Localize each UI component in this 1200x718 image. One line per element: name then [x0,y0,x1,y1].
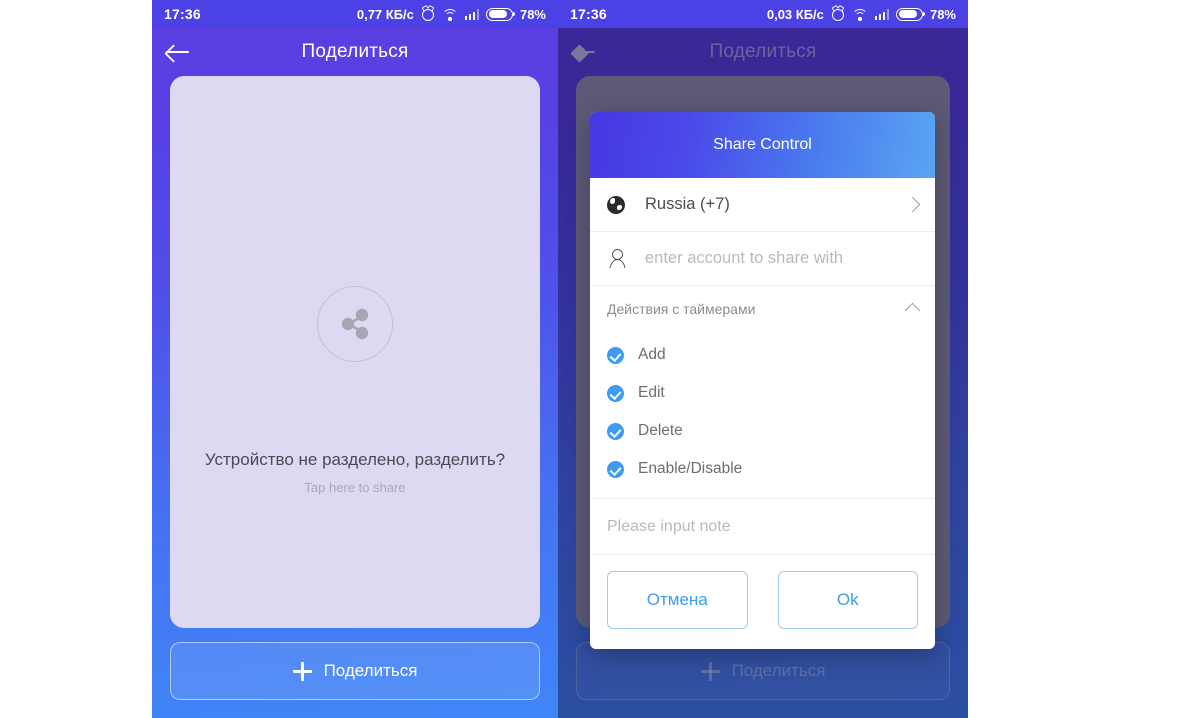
cancel-button[interactable]: Отмена [607,571,748,629]
person-icon [607,249,645,268]
phone-screen-left: 17:36 0,77 КБ/с 78% Поделиться Устройств… [152,0,558,718]
permissions-list: Add Edit Delete Enable/Disable [590,332,935,499]
checkbox-edit[interactable] [607,384,624,402]
dialog-title: Share Control [590,112,935,178]
list-item[interactable]: Edit [590,374,935,412]
note-input[interactable]: Please input note [607,518,731,536]
status-indicators: 0,03 КБ/с 78% [767,7,956,22]
dialog-actions: Отмена Ok [590,555,935,649]
screenshot-root: 17:36 0,77 КБ/с 78% Поделиться Устройств… [0,0,1200,718]
alarm-icon [421,7,435,21]
signal-icon [874,8,889,20]
empty-state-title: Устройство не разделено, разделить? [204,450,506,469]
checkbox-delete[interactable] [607,422,624,440]
country-row[interactable]: Russia (+7) [590,178,935,232]
share-control-dialog: Share Control Russia (+7) enter account … [590,112,935,649]
network-speed: 0,03 КБ/с [766,6,824,22]
checkbox-enable-disable[interactable] [607,460,624,478]
share-empty-card[interactable]: Устройство не разделено, разделить? Tap … [170,76,540,628]
list-item[interactable]: Add [590,336,935,374]
status-bar: 17:36 0,03 КБ/с 78% [558,0,968,28]
status-time: 17:36 [570,6,607,22]
section-label: Действия с таймерами [607,300,756,317]
phone-screen-right: Поделиться Поделиться 17:36 0,03 КБ/с 78… [558,0,968,718]
timer-actions-section-header[interactable]: Действия с таймерами [590,286,935,332]
share-nodes-icon [317,286,393,362]
back-button[interactable] [152,28,204,76]
battery-percent: 78% [519,6,546,22]
wifi-icon [851,8,868,21]
status-bar: 17:36 0,77 КБ/с 78% [152,0,558,28]
page-title: Поделиться [301,41,409,62]
battery-icon [895,7,926,21]
app-bar: Поделиться [152,28,558,76]
status-indicators: 0,77 КБ/с 78% [357,7,546,22]
list-item-label: Delete [638,422,683,439]
chevron-up-icon[interactable] [904,302,921,319]
share-button-label: Поделиться [323,661,418,680]
empty-state-subtitle: Tap here to share [304,480,406,495]
list-item[interactable]: Delete [590,412,935,450]
chevron-right-icon [904,196,921,213]
network-speed: 0,77 КБ/с [356,6,414,22]
list-item[interactable]: Enable/Disable [590,450,935,488]
battery-percent: 78% [929,6,956,22]
list-item-label: Add [638,346,666,363]
list-item-label: Enable/Disable [638,460,743,477]
account-input[interactable]: enter account to share with [645,249,918,268]
signal-icon [464,8,479,20]
list-item-label: Edit [638,384,665,401]
arrow-left-icon [166,43,190,61]
plus-icon [292,661,312,681]
globe-icon [607,195,645,214]
ok-button[interactable]: Ok [777,571,918,629]
alarm-icon [831,7,845,21]
status-time: 17:36 [164,6,201,22]
account-row[interactable]: enter account to share with [590,232,935,286]
checkbox-add[interactable] [607,346,624,364]
country-value: Russia (+7) [645,195,730,213]
share-button[interactable]: Поделиться [170,642,540,700]
wifi-icon [441,8,458,21]
note-row[interactable]: Please input note [590,499,935,555]
battery-icon [485,7,516,21]
